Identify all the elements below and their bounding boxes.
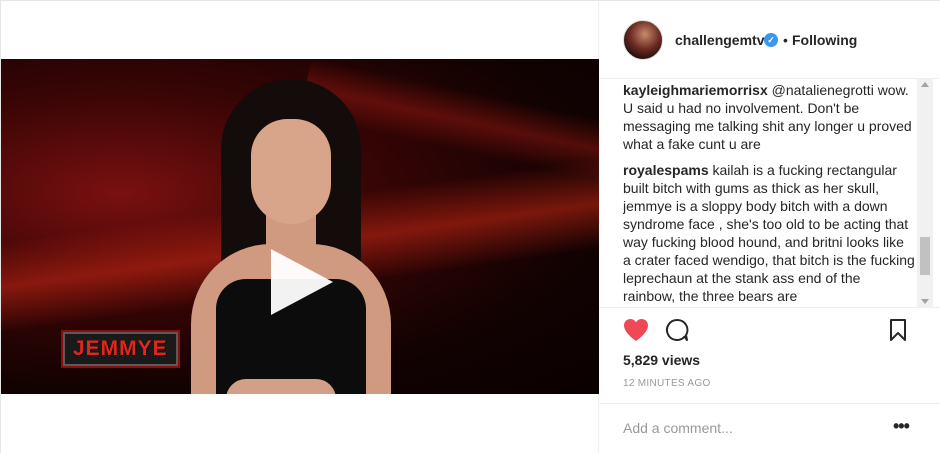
media-pane: JEMMYE [1,1,599,453]
comment-author[interactable]: kayleighmariemorrisx [623,82,768,98]
speech-bubble-icon[interactable] [665,318,689,347]
add-comment-bar: ••• [599,403,940,453]
bookmark-icon[interactable] [889,318,907,347]
comment-item: kayleighmariemorrisx @natalienegrotti wo… [623,81,915,153]
comment-item: royalespams kailah is a fucking rectangu… [623,161,915,305]
separator-dot: • [783,32,788,48]
lower-third-text: JEMMYE [73,337,168,360]
post-timestamp[interactable]: 12 MINUTES AGO [623,378,711,389]
comment-text: kailah is a fucking rectangular built bi… [623,162,915,304]
video-player[interactable]: JEMMYE [1,59,599,394]
post-header: challengemtv ✓ • Following [599,1,940,79]
play-icon[interactable] [271,249,333,315]
scroll-thumb[interactable] [920,237,930,275]
name-lower-third: JEMMYE [63,332,178,366]
more-options-icon[interactable]: ••• [893,416,910,437]
following-button[interactable]: Following [792,32,857,48]
video-subject [181,79,401,394]
action-bar [599,307,940,352]
heart-icon[interactable] [623,318,649,347]
view-count[interactable]: 5,829 views [623,352,700,368]
comments-scrollbar[interactable] [917,79,933,307]
comments-list: kayleighmariemorrisx @natalienegrotti wo… [623,81,915,307]
comment-author[interactable]: royalespams [623,162,709,178]
scroll-down-icon[interactable] [921,299,929,304]
username-link[interactable]: challengemtv [675,32,764,48]
comment-input[interactable] [623,418,883,438]
post-sidebar: challengemtv ✓ • Following kayleighmarie… [599,1,940,453]
avatar[interactable] [623,20,663,60]
post-frame: JEMMYE challengemtv ✓ • Following kaylei… [0,0,940,453]
verified-badge-icon: ✓ [764,33,778,47]
scroll-up-icon[interactable] [921,82,929,87]
